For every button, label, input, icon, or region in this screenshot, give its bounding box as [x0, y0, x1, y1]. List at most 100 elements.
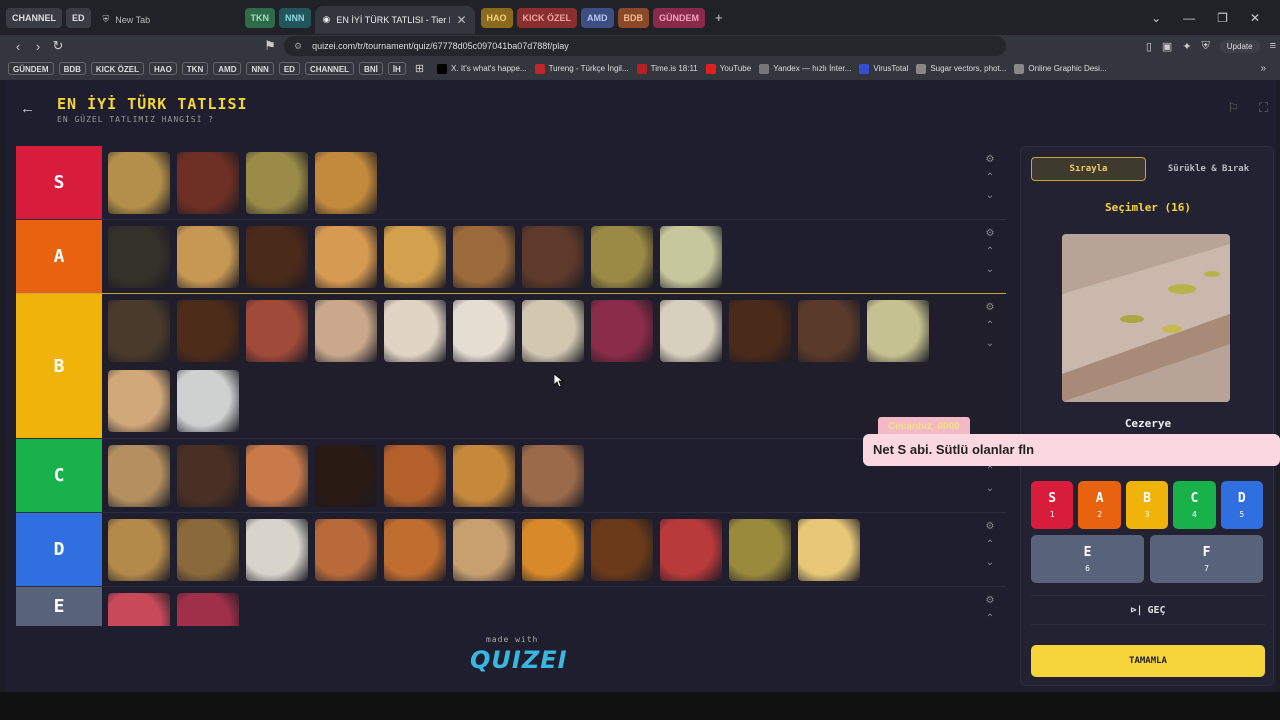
- dessert-thumbnail[interactable]: [660, 226, 722, 288]
- tab-group-1[interactable]: ED: [66, 7, 91, 28]
- dessert-thumbnail[interactable]: [108, 370, 170, 432]
- back-arrow-icon[interactable]: ←: [20, 100, 35, 117]
- chevron-up-icon[interactable]: ⌃: [986, 465, 994, 476]
- dessert-thumbnail[interactable]: [246, 300, 308, 362]
- tab-group-right-1[interactable]: KICK ÖZEL: [516, 7, 578, 28]
- update-button[interactable]: Update: [1219, 39, 1260, 53]
- chevron-down-icon[interactable]: ⌄: [986, 483, 994, 494]
- bookmark-folder[interactable]: BNİ: [359, 62, 383, 75]
- bookmark-folder[interactable]: BDB: [58, 62, 86, 75]
- flag-icon[interactable]: ⚐: [1227, 100, 1239, 116]
- dessert-thumbnail[interactable]: [108, 300, 170, 362]
- dessert-thumbnail[interactable]: [177, 152, 239, 214]
- chevron-up-icon[interactable]: ⌃: [986, 246, 994, 257]
- reload-icon[interactable]: ↻: [48, 38, 68, 54]
- menu-icon[interactable]: ≡: [1270, 40, 1276, 52]
- tab-group-right-4[interactable]: GÜNDEM: [653, 7, 706, 28]
- tier-row-s[interactable]: S ⚙ ⌃ ⌄: [16, 146, 1006, 220]
- bookmark-link[interactable]: Online Graphic Desi...: [1014, 63, 1107, 74]
- gear-icon[interactable]: ⚙: [986, 302, 995, 313]
- dessert-thumbnail[interactable]: [660, 300, 722, 362]
- more-bookmarks-icon[interactable]: »: [1260, 63, 1266, 74]
- dessert-thumbnail[interactable]: [453, 226, 515, 288]
- tab-group-mid-0[interactable]: TKN: [244, 7, 276, 28]
- tier-row-d[interactable]: D ⚙ ⌃ ⌄: [16, 513, 1006, 587]
- dessert-thumbnail[interactable]: [591, 300, 653, 362]
- dessert-thumbnail[interactable]: [522, 445, 584, 507]
- dessert-thumbnail[interactable]: [177, 300, 239, 362]
- dessert-thumbnail[interactable]: [798, 519, 860, 581]
- dessert-thumbnail[interactable]: [384, 445, 446, 507]
- dessert-thumbnail[interactable]: [522, 300, 584, 362]
- quizei-logo[interactable]: QUIZEI: [470, 646, 568, 674]
- site-info-icon[interactable]: ⚙: [294, 41, 302, 52]
- dessert-thumbnail[interactable]: [177, 370, 239, 432]
- tier-button-c[interactable]: C4: [1173, 481, 1216, 529]
- bookmark-link[interactable]: YouTube: [705, 63, 751, 74]
- bookmark-folder[interactable]: GÜNDEM: [8, 62, 54, 75]
- skip-button[interactable]: ⊳| GEÇ: [1031, 595, 1265, 625]
- dessert-thumbnail[interactable]: [384, 519, 446, 581]
- bookmark-folder[interactable]: HAO: [149, 62, 177, 75]
- tab-group-right-2[interactable]: AMD: [581, 7, 614, 28]
- dessert-thumbnail[interactable]: [108, 445, 170, 507]
- dessert-thumbnail[interactable]: [453, 445, 515, 507]
- tier-button-e[interactable]: E6: [1031, 535, 1144, 583]
- dessert-thumbnail[interactable]: [108, 152, 170, 214]
- tab-group-mid-1[interactable]: NNN: [279, 7, 311, 28]
- gear-icon[interactable]: ⚙: [986, 595, 995, 606]
- dessert-thumbnail[interactable]: [522, 519, 584, 581]
- dessert-thumbnail[interactable]: [177, 445, 239, 507]
- dessert-thumbnail[interactable]: [315, 226, 377, 288]
- tier-button-d[interactable]: D5: [1220, 481, 1264, 529]
- chevron-up-icon[interactable]: ⌃: [986, 613, 994, 624]
- tab-sequential[interactable]: Sırayla: [1031, 157, 1146, 181]
- dessert-thumbnail[interactable]: [108, 593, 170, 626]
- dessert-thumbnail[interactable]: [246, 519, 308, 581]
- bookmark-folder[interactable]: AMD: [213, 62, 242, 75]
- dessert-thumbnail[interactable]: [591, 519, 653, 581]
- tab-group-right-0[interactable]: HAO: [480, 7, 513, 28]
- dessert-thumbnail[interactable]: [798, 300, 860, 362]
- tab-new-tab[interactable]: ⛨ New Tab: [95, 6, 245, 34]
- bookmark-folder[interactable]: TKN: [181, 62, 209, 75]
- close-icon[interactable]: ✕: [456, 13, 466, 27]
- bookmark-folder[interactable]: ED: [278, 62, 300, 75]
- dessert-thumbnail[interactable]: [315, 519, 377, 581]
- close-icon[interactable]: ✕: [1250, 11, 1260, 25]
- chevron-up-icon[interactable]: ⌃: [986, 172, 994, 183]
- dessert-thumbnail[interactable]: [522, 226, 584, 288]
- tier-button-f[interactable]: F7: [1150, 535, 1263, 583]
- bookmark-link[interactable]: Yandex — hızlı İnter...: [759, 63, 851, 74]
- chevron-up-icon[interactable]: ⌃: [986, 320, 994, 331]
- apps-grid-icon[interactable]: ⊞: [415, 62, 424, 75]
- dessert-thumbnail[interactable]: [729, 519, 791, 581]
- tier-row-a[interactable]: A ⚙ ⌃ ⌄: [16, 220, 1006, 294]
- tab-group-0[interactable]: CHANNEL: [6, 7, 62, 28]
- dessert-thumbnail[interactable]: [108, 226, 170, 288]
- address-bar[interactable]: ⚙ quizei.com/tr/tournament/quiz/67778d05…: [284, 36, 1006, 56]
- dessert-thumbnail[interactable]: [315, 152, 377, 214]
- forward-icon[interactable]: ›: [28, 39, 48, 54]
- minimize-icon[interactable]: —: [1183, 11, 1195, 25]
- dessert-thumbnail[interactable]: [453, 300, 515, 362]
- tab-active[interactable]: ◉ EN İYİ TÜRK TATLISI - Tier List, K ✕: [314, 5, 475, 34]
- dessert-thumbnail[interactable]: [315, 445, 377, 507]
- tier-row-b[interactable]: B ⚙ ⌃ ⌄: [16, 293, 1006, 440]
- dessert-thumbnail[interactable]: [729, 300, 791, 362]
- sidebar-icon[interactable]: ▯: [1146, 40, 1152, 53]
- chevron-down-icon[interactable]: ⌄: [986, 264, 994, 275]
- dessert-thumbnail[interactable]: [177, 519, 239, 581]
- dessert-thumbnail[interactable]: [246, 445, 308, 507]
- dessert-thumbnail[interactable]: [177, 226, 239, 288]
- bookmark-link[interactable]: Tureng - Türkçe İngil...: [534, 63, 629, 74]
- dessert-thumbnail[interactable]: [246, 152, 308, 214]
- chevron-down-icon[interactable]: ⌄: [986, 557, 994, 568]
- chevron-down-icon[interactable]: ⌄: [1151, 11, 1161, 25]
- tab-drag-drop[interactable]: Sürükle & Bırak: [1152, 157, 1265, 181]
- tier-row-e[interactable]: E⚙⌃⌄: [16, 587, 1006, 626]
- tab-group-right-3[interactable]: BDB: [617, 7, 650, 28]
- dessert-thumbnail[interactable]: [315, 300, 377, 362]
- finish-button[interactable]: TAMAMLA: [1031, 645, 1265, 677]
- bookmark-folder[interactable]: CHANNEL: [304, 62, 355, 75]
